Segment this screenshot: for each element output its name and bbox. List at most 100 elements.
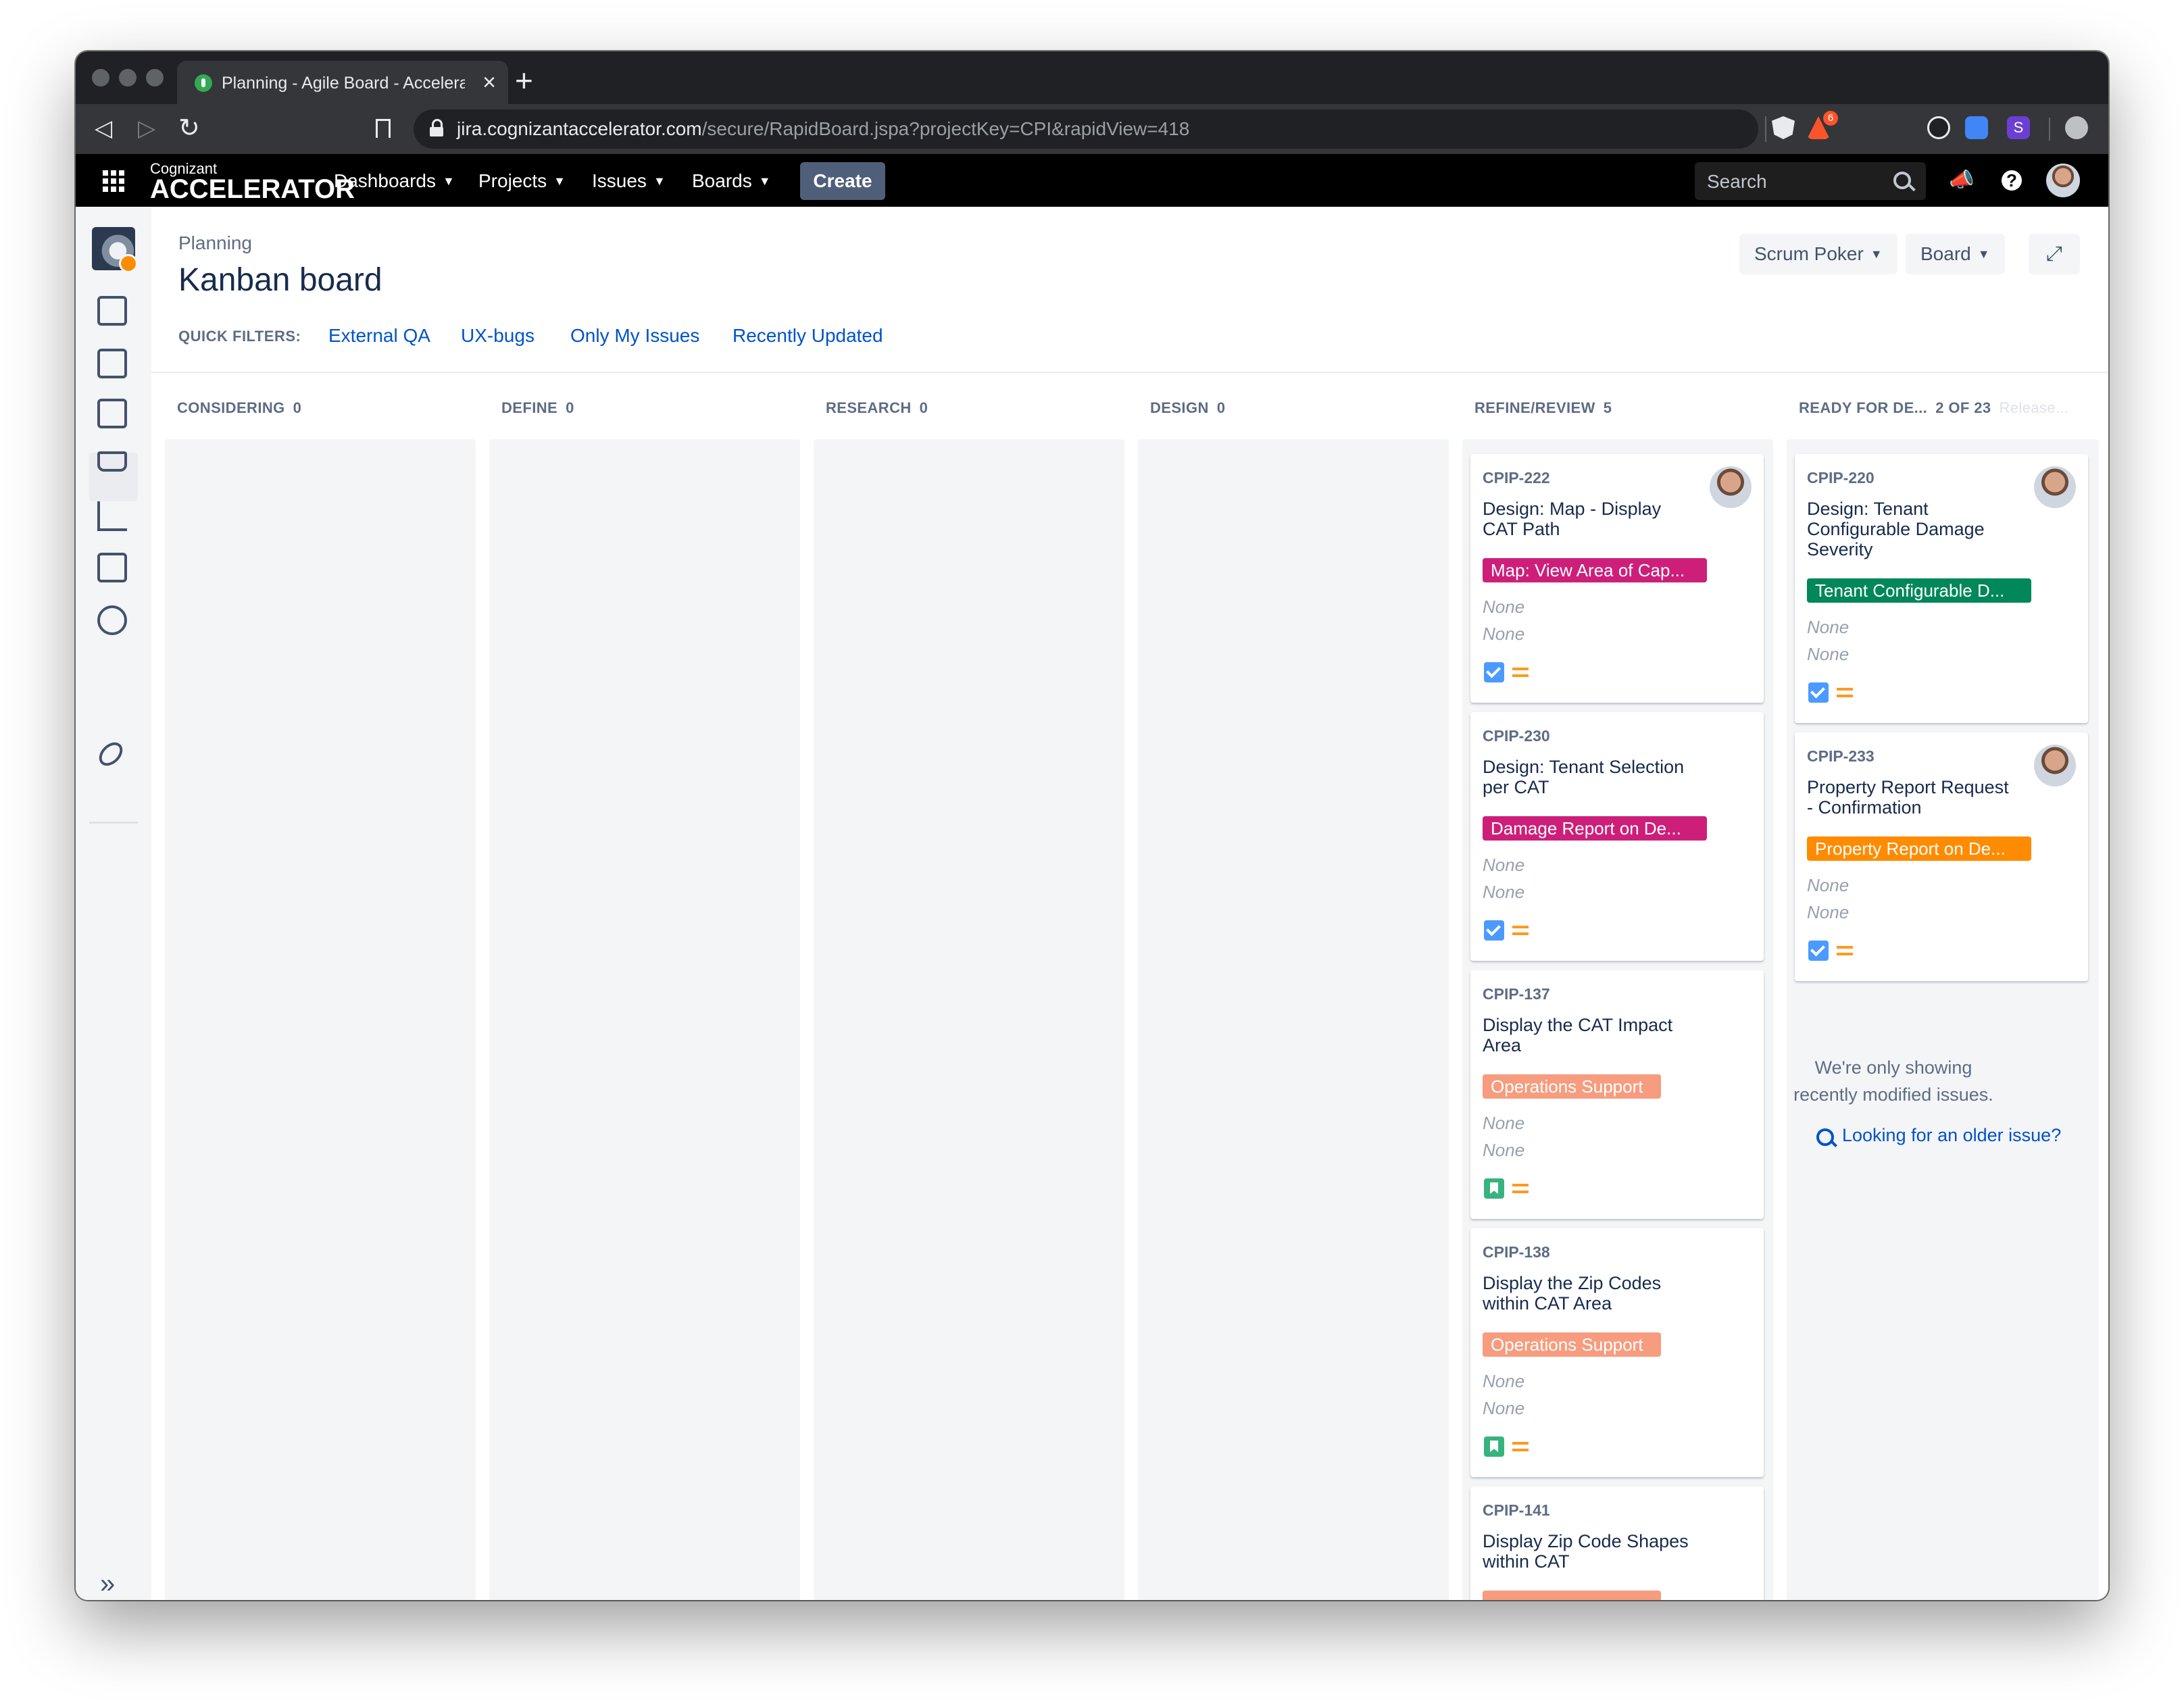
app-switcher-icon[interactable] bbox=[103, 170, 124, 192]
issue-summary: Property Report Request - Confirmation bbox=[1807, 777, 2009, 818]
board-button[interactable]: Board ▼ bbox=[1906, 234, 2005, 274]
column-count: 5 bbox=[1603, 399, 1612, 416]
issue-card-cpip-137[interactable]: CPIP-137 Display the CAT Impact Area Ope… bbox=[1470, 970, 1764, 1219]
releases-icon[interactable] bbox=[97, 451, 127, 472]
menu-projects[interactable]: Projects ▼ bbox=[478, 168, 566, 195]
board-icon[interactable] bbox=[97, 399, 127, 428]
close-window-button[interactable] bbox=[92, 69, 109, 86]
zoom-window-button[interactable] bbox=[146, 69, 164, 86]
jira-top-nav: Cognizant ACCELERATOR Dashboards ▼ Projec… bbox=[76, 154, 2108, 207]
chevron-down-icon: ▼ bbox=[553, 174, 566, 188]
column-header-define: DEFINE 0 bbox=[501, 397, 574, 419]
brave-shield-icon[interactable] bbox=[1772, 116, 1795, 139]
browser-window: Planning - Agile Board - Accelerat × + ◁… bbox=[76, 51, 2108, 1600]
issue-card-cpip-220[interactable]: CPIP-220 Design: Tenant Configurable Dam… bbox=[1795, 454, 2088, 723]
priority-medium-icon bbox=[1512, 668, 1529, 677]
search-input[interactable] bbox=[1695, 162, 1884, 201]
issue-card-cpip-138[interactable]: CPIP-138 Display the Zip Codes within CA… bbox=[1470, 1228, 1764, 1477]
column-name: RESEARCH bbox=[826, 399, 912, 416]
chevron-down-icon: ▼ bbox=[653, 174, 666, 188]
filter-external-qa[interactable]: External QA bbox=[328, 323, 430, 349]
address-bar[interactable]: jira.cognizantaccelerator.com/secure/Rap… bbox=[414, 109, 1766, 149]
password-extension-icon[interactable] bbox=[1927, 116, 1950, 139]
issue-key[interactable]: CPIP-222 bbox=[1483, 468, 1550, 488]
issue-key[interactable]: CPIP-137 bbox=[1483, 984, 1550, 1004]
menu-dashboards[interactable]: Dashboards ▼ bbox=[334, 168, 455, 195]
assignee-avatar[interactable] bbox=[1710, 466, 1752, 508]
search-icon[interactable] bbox=[1893, 172, 1911, 189]
minimize-window-button[interactable] bbox=[119, 69, 136, 86]
issue-key[interactable]: CPIP-138 bbox=[1483, 1242, 1550, 1262]
issue-key[interactable]: CPIP-233 bbox=[1807, 746, 1875, 766]
backlog-icon[interactable] bbox=[97, 296, 127, 326]
release-link[interactable]: Release... bbox=[1999, 399, 2068, 416]
rewards-badge: 6 bbox=[1823, 111, 1838, 126]
filter-only-my-issues[interactable]: Only My Issues bbox=[570, 323, 699, 349]
issue-key[interactable]: CPIP-230 bbox=[1483, 726, 1550, 746]
forward-button[interactable]: ▷ bbox=[138, 115, 155, 142]
field-value: None bbox=[1807, 617, 1850, 637]
field-value: None bbox=[1483, 855, 1525, 875]
issue-summary: Display the CAT Impact Area bbox=[1483, 1015, 1673, 1055]
column-research[interactable] bbox=[814, 439, 1124, 1600]
menu-boards-label: Boards bbox=[692, 170, 752, 191]
fullscreen-icon[interactable]: ⤢ bbox=[2029, 234, 2080, 274]
notifications-icon[interactable]: 📣 bbox=[1949, 168, 1975, 193]
profile-icon[interactable] bbox=[2065, 116, 2088, 139]
help-icon[interactable]: ? bbox=[2002, 170, 2022, 191]
scrum-poker-button[interactable]: Scrum Poker ▼ bbox=[1739, 234, 1897, 274]
field-value: None bbox=[1483, 597, 1525, 617]
older-issue-link[interactable]: Looking for an older issue? bbox=[1842, 1123, 2061, 1147]
search-icon[interactable] bbox=[1816, 1128, 1834, 1146]
breadcrumb[interactable]: Planning bbox=[178, 231, 252, 255]
user-avatar[interactable] bbox=[2046, 164, 2080, 197]
menu-issues[interactable]: Issues ▼ bbox=[592, 168, 666, 195]
priority-medium-icon bbox=[1512, 1184, 1529, 1193]
logo-accelerator[interactable]: ACCELERATOR bbox=[150, 174, 355, 204]
issue-card-cpip-233[interactable]: CPIP-233 Property Report Request - Confi… bbox=[1795, 732, 2088, 981]
board-button-label: Board bbox=[1920, 243, 1971, 264]
assignee-avatar[interactable] bbox=[2034, 466, 2076, 508]
field-value: None bbox=[1807, 875, 1850, 895]
filter-recently-updated[interactable]: Recently Updated bbox=[733, 323, 883, 349]
menu-boards[interactable]: Boards ▼ bbox=[692, 168, 771, 195]
priority-medium-icon bbox=[1837, 688, 1853, 697]
assignee-avatar[interactable] bbox=[2034, 745, 2076, 786]
filter-ux-bugs[interactable]: UX-bugs bbox=[461, 323, 535, 349]
column-header-refine-review: REFINE/REVIEW 5 bbox=[1474, 397, 1612, 419]
column-count: 0 bbox=[566, 399, 574, 416]
tab-close-icon[interactable]: × bbox=[482, 69, 496, 96]
pages-icon[interactable] bbox=[97, 553, 127, 582]
issue-card-cpip-222[interactable]: CPIP-222 Design: Map - Display CAT Path … bbox=[1470, 454, 1764, 703]
issue-card-cpip-230[interactable]: CPIP-230 Design: Tenant Selection per CA… bbox=[1470, 712, 1764, 961]
issue-card-cpip-141[interactable]: CPIP-141 Display Zip Code Shapes within … bbox=[1470, 1486, 1764, 1600]
epic-label: Property Report on De... bbox=[1807, 836, 2031, 861]
browser-tab[interactable]: Planning - Agile Board - Accelerat × bbox=[177, 61, 508, 104]
reports-icon[interactable] bbox=[97, 501, 127, 531]
field-value: None bbox=[1483, 1140, 1525, 1160]
issue-key[interactable]: CPIP-220 bbox=[1807, 468, 1875, 488]
stack-icon[interactable] bbox=[97, 349, 127, 378]
add-ons-icon[interactable] bbox=[97, 605, 127, 635]
priority-medium-icon bbox=[1837, 946, 1853, 955]
search-box[interactable] bbox=[1695, 162, 1926, 201]
create-button[interactable]: Create bbox=[800, 162, 885, 200]
bookmark-icon[interactable] bbox=[376, 119, 391, 138]
epic-label: Map: View Area of Cap... bbox=[1483, 558, 1707, 582]
reload-button[interactable]: ↻ bbox=[178, 115, 200, 142]
back-button[interactable]: ◁ bbox=[95, 115, 112, 142]
field-value: None bbox=[1807, 902, 1850, 922]
column-define[interactable] bbox=[489, 439, 800, 1600]
menu-projects-label: Projects bbox=[478, 170, 547, 191]
column-considering[interactable] bbox=[165, 439, 476, 1600]
new-tab-button[interactable]: + bbox=[515, 64, 533, 97]
menu-issues-label: Issues bbox=[592, 170, 647, 191]
expand-sidebar-icon[interactable]: » bbox=[100, 1570, 115, 1597]
field-value: None bbox=[1483, 882, 1525, 902]
link-icon[interactable] bbox=[94, 737, 128, 771]
s-extension-icon[interactable]: S bbox=[2007, 116, 2030, 139]
column-design[interactable] bbox=[1138, 439, 1449, 1600]
field-value: None bbox=[1483, 1371, 1525, 1391]
issue-key[interactable]: CPIP-141 bbox=[1483, 1500, 1550, 1520]
translate-extension-icon[interactable] bbox=[1965, 116, 1988, 139]
